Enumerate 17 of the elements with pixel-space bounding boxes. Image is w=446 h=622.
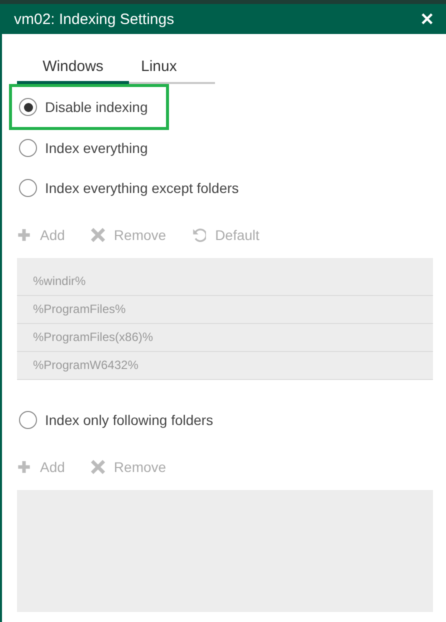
undo-icon [192, 228, 206, 242]
close-icon [90, 460, 105, 474]
radio-button[interactable]: Index only following folders [19, 411, 214, 429]
add-icon [17, 460, 31, 474]
list-item[interactable]: %ProgramW6432% [17, 352, 433, 380]
list-item[interactable]: %windir% [17, 268, 433, 296]
tab[interactable]: Windows [17, 54, 129, 84]
add-icon [17, 228, 31, 242]
list-item[interactable]: %ProgramFiles(x86)% [17, 324, 433, 352]
list-item[interactable]: %ProgramFiles% [17, 296, 433, 324]
close-icon [90, 228, 105, 242]
radio-button[interactable]: Index everything [19, 139, 148, 157]
close-button[interactable]: ✕ [420, 10, 434, 28]
window-title: vm02: Indexing Settings [14, 10, 174, 28]
tab[interactable]: Linux [129, 54, 193, 84]
radio-button[interactable]: Index everything except folders [19, 179, 239, 197]
radio-button[interactable]: Disable indexing [19, 98, 148, 116]
